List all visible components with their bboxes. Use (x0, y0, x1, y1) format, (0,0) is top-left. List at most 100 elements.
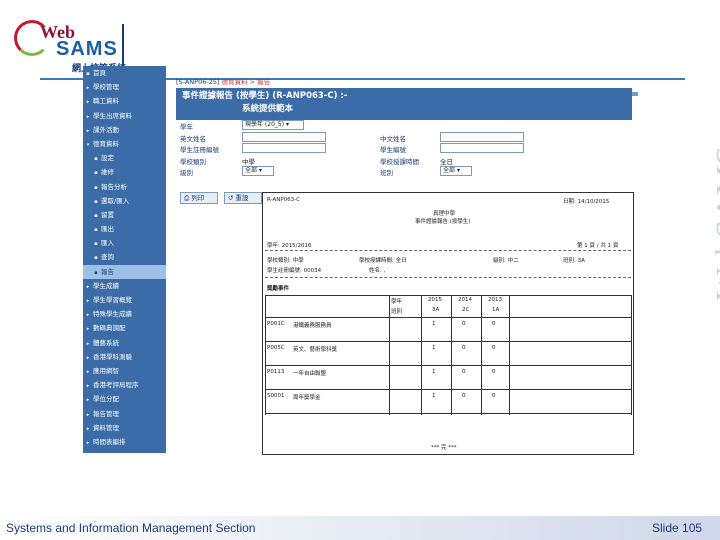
table-rule (265, 413, 631, 414)
chevron-right-icon: ▸ (86, 340, 90, 347)
sidebar-item[interactable]: ▸ 學生成績 (83, 279, 166, 293)
chevron-down-icon: ▾ (285, 121, 289, 128)
report-preview: R-ANP063-C 日期: 14/10/2015 真理中學 事件證據報告 (按… (262, 192, 634, 455)
sidebar-item-label: 時間表編排 (93, 437, 126, 446)
col-class: 2C (462, 307, 470, 313)
sidebar-item[interactable]: ▸ 時間表編排 (83, 435, 166, 449)
school-year-select[interactable]: 現學年 (20_5) ▾ (242, 120, 304, 130)
sidebar-item-label: 學校管理 (93, 83, 119, 92)
sidebar-item[interactable]: ▸ 學位分配 (83, 392, 166, 406)
sidebar-item[interactable]: ▪ 查詢 (83, 250, 166, 264)
row-value: 0 (462, 369, 466, 375)
sidebar-item[interactable]: ▪ 設定 (83, 151, 166, 165)
chevron-right-icon: ▸ (86, 298, 90, 304)
table-rule (265, 365, 631, 366)
sidebar-item[interactable]: ▪ 匯入 (83, 236, 166, 250)
row-value: 0 (462, 345, 466, 351)
sidebar-item[interactable]: ▪ 報告 (83, 264, 166, 279)
sidebar-item-label: 課外活動 (93, 125, 119, 134)
row-value: 1 (432, 393, 436, 399)
sidebar-item[interactable]: ▪ 選取/匯入 (83, 194, 166, 208)
col-year: 2013 (488, 297, 502, 303)
slide-footer: Systems and Information Management Secti… (0, 516, 720, 540)
chevron-right-icon: ▸ (86, 354, 90, 361)
table-vrule (451, 295, 452, 415)
sidebar-item[interactable]: ▸ 數碼典調配 (83, 321, 166, 335)
row-desc: 英文、藝術學科獎 (293, 347, 338, 353)
sidebar-item-label: 報告 (101, 267, 114, 276)
report-divider (265, 277, 631, 278)
bullet-icon: ▪ (94, 170, 98, 177)
bullet-icon: ▪ (94, 156, 98, 163)
bullet-icon: ▪ (94, 184, 98, 191)
class-level-label: 級別 (180, 169, 193, 177)
chevron-right-icon: ▸ (86, 425, 90, 432)
school-level-label: 學校類別 (180, 157, 206, 166)
student-no-input[interactable] (440, 143, 524, 153)
footer-section: Systems and Information Management Secti… (6, 521, 256, 535)
print-icon: ⎙ (184, 194, 190, 202)
chevron-down-icon: ▾ (258, 167, 262, 174)
websams-watermark: WebSAMS (710, 145, 720, 300)
sidebar-item[interactable]: ▸ 體藝系統 (83, 336, 166, 350)
sidebar-item-label: 德育資料 (93, 139, 119, 148)
table-vrule (389, 295, 390, 415)
logo-sams: SAMS (56, 38, 118, 60)
sidebar-item[interactable]: ▸ 學校管理 (83, 80, 166, 94)
reg-no-input[interactable] (242, 143, 326, 153)
breadcrumb-path[interactable]: 德育資料 > 報告 (222, 78, 271, 86)
chevron-right-icon: ▸ (86, 439, 90, 446)
sidebar-item[interactable]: ▸ 報告管理 (83, 407, 166, 421)
row-value: 1 (432, 321, 436, 327)
report-reg-no: 學生註冊編號: 00034 (267, 268, 322, 274)
class-level-select[interactable]: 全部 ▾ (242, 166, 274, 176)
row-code: P005C (267, 345, 285, 351)
sidebar-item[interactable]: ▸ 特殊學生成績 (83, 307, 166, 321)
print-button[interactable]: ⎙ 列印 (180, 192, 218, 204)
sidebar-item[interactable]: ▸ 香港學科測驗 (83, 350, 166, 364)
sidebar-item[interactable]: ▪ 首頁 (83, 66, 166, 80)
row-code: S0001 (267, 393, 285, 399)
class-label: 班別 (380, 169, 393, 177)
sidebar-item-label: 設定 (101, 154, 114, 163)
chevron-right-icon: ▸ (86, 326, 90, 333)
chevron-right-icon: ▸ (86, 127, 90, 134)
sidebar-item[interactable]: ▪ 匯出 (83, 222, 166, 236)
sidebar-item[interactable]: ▪ 維修 (83, 165, 166, 179)
reset-button[interactable]: ↺ 重設 (224, 192, 262, 204)
sidebar-item[interactable]: ▪ 留置 (83, 208, 166, 222)
session-value: 全日 (440, 157, 453, 166)
sidebar-item[interactable]: ▸ 香港考評局程序 (83, 378, 166, 392)
panel-subtitle: 系統提供範本 (242, 104, 294, 114)
eng-name-label: 英文姓名 (180, 134, 206, 143)
table-vrule (265, 295, 266, 415)
class-select[interactable]: 全部 ▾ (440, 166, 472, 176)
report-date: 日期: 14/10/2015 (563, 199, 610, 205)
sidebar-item[interactable]: ▸ 資料管理 (83, 421, 166, 435)
col-year: 2015 (428, 297, 442, 303)
bullet-icon: ▪ (94, 227, 98, 234)
sidebar-item[interactable]: ▪ 報告分析 (83, 180, 166, 194)
sidebar-item-label: 匯入 (101, 239, 114, 248)
sidebar-item[interactable]: ▸ 學生學習概覽 (83, 293, 166, 307)
col-class: 1A (492, 307, 500, 313)
sidebar-item[interactable]: ▸ 學生出席資料 (83, 109, 166, 123)
eng-name-input[interactable] (242, 131, 326, 142)
table-vrule (509, 295, 510, 415)
report-school-level: 學校類別: 中學 (267, 258, 304, 264)
chi-name-input[interactable] (440, 131, 524, 142)
sidebar-item-label: 查詢 (101, 253, 114, 262)
row-value: 1 (432, 345, 436, 351)
row-desc: 周年獎學金 (293, 395, 321, 401)
student-no-label: 學生編號 (380, 146, 406, 154)
sidebar-item[interactable]: ▸ 課外活動 (83, 123, 166, 137)
sidebar-item[interactable]: ▾ 德育資料 (83, 137, 166, 151)
table-rule (265, 389, 631, 390)
chevron-right-icon: ▸ (86, 283, 90, 290)
chevron-right-icon: ▸ (86, 411, 90, 418)
sidebar-item[interactable]: ▸ 應用網智 (83, 364, 166, 378)
sidebar-item[interactable]: ▸ 職工資料 (83, 94, 166, 108)
chevron-right-icon: ▸ (86, 99, 90, 106)
report-page: 第 1 頁 / 共 1 頁 (577, 243, 619, 249)
col-class: 3A (432, 307, 440, 313)
